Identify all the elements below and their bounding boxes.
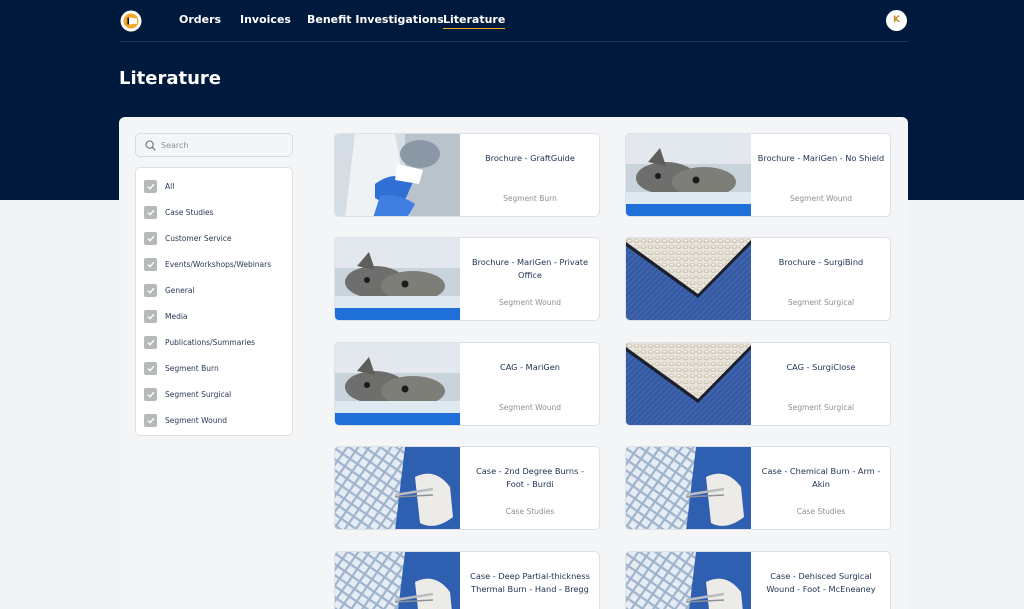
filter-all[interactable]: All [144, 179, 174, 193]
mesh-forceps-thumbnail [626, 552, 751, 609]
literature-card-cag-surgiclose[interactable]: CAG - SurgiClose Segment Surgical [625, 342, 891, 426]
checkbox-checked-icon[interactable] [144, 179, 157, 193]
logo-icon[interactable] [120, 10, 142, 32]
literature-card-case-deep-partial-thickness[interactable]: Case - Deep Partial-thickness Thermal Bu… [334, 551, 600, 609]
filter-label: Segment Burn [165, 363, 219, 373]
card-category: Segment Surgical [787, 403, 855, 412]
filter-label: Media [165, 311, 188, 321]
fish-thumbnail [335, 343, 460, 425]
card-title: Case - Deep Partial-thickness Thermal Bu… [470, 571, 590, 594]
literature-card-surgibind[interactable]: Brochure - SurgiBind Segment Surgical [625, 237, 891, 321]
checkbox-checked-icon[interactable] [144, 335, 157, 349]
card-title: CAG - SurgiClose [786, 362, 856, 372]
literature-card-marigen-private-office[interactable]: Brochure - MariGen - Private Office Segm… [334, 237, 600, 321]
literature-card-brochure-graftguide[interactable]: Brochure - GraftGuide Segment Burn [334, 133, 600, 217]
card-category: Segment Wound [790, 194, 852, 203]
checkbox-checked-icon[interactable] [144, 257, 157, 271]
filter-label: Customer Service [165, 233, 232, 243]
literature-card-case-chemical-burn[interactable]: Case - Chemical Burn - Arm - Akin Case S… [625, 446, 891, 530]
card-title: Case - 2nd Degree Burns - Foot - Burdi [476, 466, 584, 489]
card-category: Segment Burn [503, 194, 557, 203]
nav-literature[interactable]: Literature [443, 13, 506, 29]
card-title: Brochure - GraftGuide [485, 153, 575, 163]
checkbox-checked-icon[interactable] [144, 283, 157, 297]
nav-invoices[interactable]: Invoices [240, 13, 291, 26]
literature-card-cag-marigen[interactable]: CAG - MariGen Segment Wound [334, 342, 600, 426]
checkbox-checked-icon[interactable] [144, 309, 157, 323]
mesh-fold-thumbnail [626, 238, 751, 320]
card-category: Case Studies [796, 507, 846, 516]
card-title: Case - Chemical Burn - Arm - Akin [761, 466, 881, 489]
filter-label: Events/Workshops/Webinars [165, 259, 272, 269]
filter-segment-wound[interactable]: Segment Wound [144, 413, 227, 427]
checkbox-checked-icon[interactable] [144, 205, 157, 219]
filter-media[interactable]: Media [144, 309, 188, 323]
card-title: CAG - MariGen [500, 362, 560, 372]
user-avatar[interactable]: K [886, 10, 907, 31]
literature-card-marigen-no-shield[interactable]: Brochure - MariGen - No Shield Segment W… [625, 133, 891, 217]
card-category: Case Studies [505, 507, 555, 516]
checkbox-checked-icon[interactable] [144, 413, 157, 427]
filter-label: Publications/Summaries [165, 337, 256, 347]
search-box[interactable] [135, 133, 293, 157]
mesh-forceps-thumbnail [335, 552, 460, 609]
search-icon [145, 140, 156, 151]
card-title: Brochure - SurgiBind [778, 257, 864, 267]
filter-label: Case Studies [165, 207, 214, 217]
nav-benefit-investigations[interactable]: Benefit Investigations [307, 13, 444, 26]
checkbox-checked-icon[interactable] [144, 231, 157, 245]
lab-gloves-thumbnail [335, 134, 460, 216]
mesh-forceps-thumbnail [626, 447, 751, 529]
filter-label: Segment Wound [165, 415, 227, 425]
fish-thumbnail [626, 134, 751, 216]
search-input[interactable] [161, 137, 286, 153]
filter-label: All [165, 181, 175, 191]
top-navigation: Orders Invoices Benefit Investigations L… [120, 0, 908, 42]
filter-general[interactable]: General [144, 283, 195, 297]
card-title: Brochure - MariGen - Private Office [471, 257, 589, 280]
filter-customer-service[interactable]: Customer Service [144, 231, 232, 245]
filter-label: General [165, 285, 195, 295]
checkbox-checked-icon[interactable] [144, 387, 157, 401]
fish-thumbnail [335, 238, 460, 320]
checkbox-checked-icon[interactable] [144, 361, 157, 375]
filter-events-workshops-webinars[interactable]: Events/Workshops/Webinars [144, 257, 271, 271]
card-category: Segment Surgical [787, 298, 855, 307]
filter-publications-summaries[interactable]: Publications/Summaries [144, 335, 255, 349]
filter-segment-burn[interactable]: Segment Burn [144, 361, 219, 375]
mesh-forceps-thumbnail [335, 447, 460, 529]
filter-label: Segment Surgical [165, 389, 232, 399]
filter-case-studies[interactable]: Case Studies [144, 205, 214, 219]
literature-card-case-2nd-degree-burns[interactable]: Case - 2nd Degree Burns - Foot - Burdi C… [334, 446, 600, 530]
filter-list: All Case Studies Customer Service Events… [135, 167, 293, 436]
card-title: Brochure - MariGen - No Shield [757, 153, 885, 163]
page-title: Literature [119, 68, 221, 89]
literature-card-case-dehisced-surgical-wound[interactable]: Case - Dehisced Surgical Wound - Foot - … [625, 551, 891, 609]
filter-segment-surgical[interactable]: Segment Surgical [144, 387, 231, 401]
card-title: Case - Dehisced Surgical Wound - Foot - … [766, 571, 876, 594]
card-category: Segment Wound [499, 403, 561, 412]
nav-orders[interactable]: Orders [179, 13, 221, 26]
mesh-fold-thumbnail [626, 343, 751, 425]
card-category: Segment Wound [499, 298, 561, 307]
